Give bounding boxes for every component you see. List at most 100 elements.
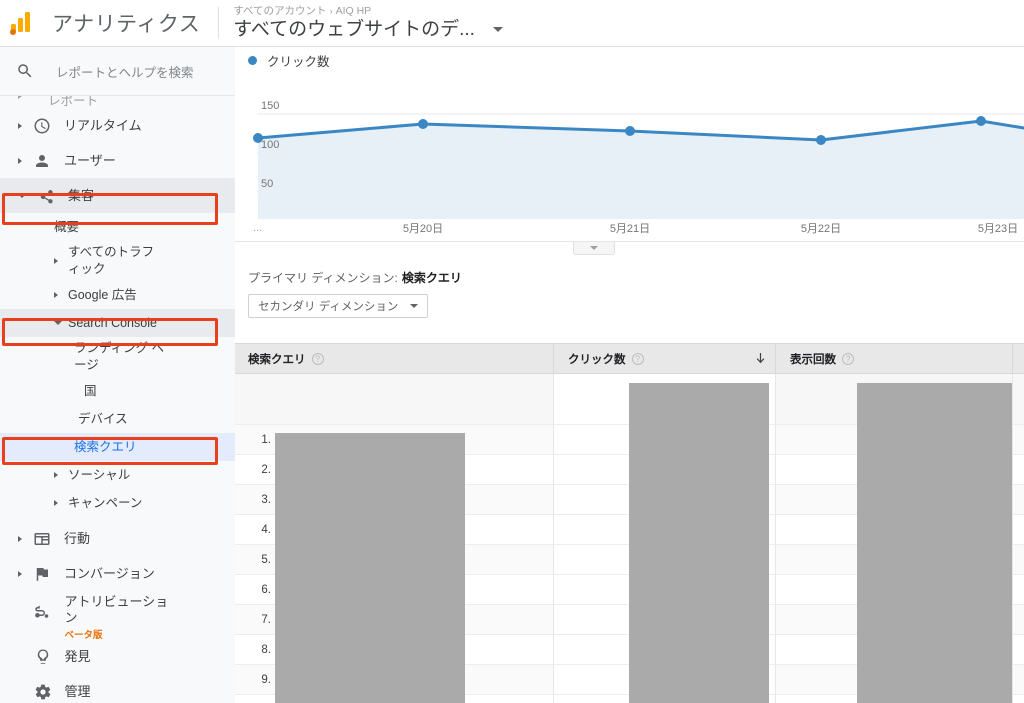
x-axis-tick-1: 5月21日 xyxy=(610,223,650,235)
sidebar-item-label: 概要 xyxy=(54,219,80,234)
top-bar: アナリティクス すべてのアカウント › AIQ HP すべてのウェブサイトのデ... xyxy=(0,0,1024,47)
chart-svg: 150 100 50 xyxy=(253,85,1024,219)
help-icon[interactable]: ? xyxy=(631,353,644,365)
secondary-dimension-button[interactable]: セカンダリ ディメンション xyxy=(248,294,429,318)
sidebar-item-label: 検索クエリ xyxy=(74,439,137,454)
chart-collapse-button[interactable] xyxy=(573,242,615,255)
sidebar-item-label: ユーザー xyxy=(64,152,116,168)
sidebar-item-conversions[interactable]: コンバージョン xyxy=(0,556,235,591)
column-header-impressions[interactable]: 表示回数 ? xyxy=(775,344,1012,374)
cell-next xyxy=(1012,604,1024,634)
sidebar-item-users[interactable]: ユーザー xyxy=(0,143,235,178)
cell-next xyxy=(1012,544,1024,574)
help-icon[interactable]: ? xyxy=(311,353,324,365)
chevron-right-icon xyxy=(18,122,22,129)
sidebar-item-discover[interactable]: 発見 xyxy=(0,639,235,674)
sidebar-item-label: ソーシャル xyxy=(68,467,131,482)
sidebar-item-social[interactable]: ソーシャル xyxy=(0,461,235,489)
sidebar-item-device[interactable]: デバイス xyxy=(0,405,235,433)
sidebar-nav: リアルタイム ユーザー 集客 概要 すべてのトラフィック Google 広告 S… xyxy=(0,108,235,703)
chevron-right-icon xyxy=(18,570,22,577)
x-axis-tick-2: 5月22日 xyxy=(801,223,841,235)
summary-cell-query xyxy=(235,374,553,424)
chevron-right-icon xyxy=(18,157,22,164)
legend-color-swatch xyxy=(248,55,257,65)
chart-x-axis: ... 5月20日 5月21日 5月22日 5月23日 xyxy=(253,222,1018,235)
search-input[interactable]: レポートとヘルプを検索 xyxy=(0,47,235,95)
column-header-next[interactable] xyxy=(1012,344,1024,374)
cell-next xyxy=(1012,694,1024,703)
sidebar-item-acquisition[interactable]: 集客 xyxy=(0,178,235,213)
sidebar-item-overview[interactable]: 概要 xyxy=(0,213,235,241)
column-header-search-query[interactable]: 検索クエリ ? xyxy=(235,344,553,374)
sidebar-item-admin[interactable]: 管理 xyxy=(0,674,235,703)
chevron-right-icon xyxy=(54,291,58,298)
clicks-line-chart[interactable]: 150 100 50 ... 5月20日 5月21日 5月22日 5月23日 xyxy=(235,73,1024,235)
sidebar-item-label: Google 広告 xyxy=(68,287,137,302)
x-axis-tick-3: 5月23日 xyxy=(978,223,1018,235)
column-header-clicks[interactable]: クリック数 ? xyxy=(553,344,775,374)
row-number: 6. xyxy=(261,584,271,596)
chevron-right-icon xyxy=(54,499,58,506)
chevron-down-icon xyxy=(54,321,62,325)
view-name: すべてのウェブサイトのデ... xyxy=(233,18,475,40)
sidebar-item-campaigns[interactable]: キャンペーン xyxy=(0,489,235,517)
sidebar: レポートとヘルプを検索 レポート リアルタイム ユーザー 集客 概要 すべてのト… xyxy=(0,47,235,703)
sidebar-item-landing-page[interactable]: ランディング ページ xyxy=(0,337,235,377)
column-header-label: クリック数 xyxy=(568,354,626,366)
x-axis-leading-ellipsis: ... xyxy=(253,222,262,234)
secondary-dimension-label: セカンダリ ディメンション xyxy=(258,301,399,313)
arrow-down-icon[interactable] xyxy=(756,353,765,365)
page-title: アナリティクス xyxy=(52,13,201,36)
sidebar-item-reports-clipped[interactable]: レポート xyxy=(0,96,235,108)
sidebar-item-label: 発見 xyxy=(64,648,91,664)
sidebar-item-attribution[interactable]: アトリビューション ベータ版 xyxy=(0,591,235,641)
row-number: 7. xyxy=(261,614,271,626)
clock-icon xyxy=(32,116,52,136)
sidebar-item-behavior[interactable]: 行動 xyxy=(0,521,235,556)
sidebar-item-label: 国 xyxy=(84,383,97,398)
search-placeholder: レポートとヘルプを検索 xyxy=(56,65,194,80)
flag-icon xyxy=(32,564,52,584)
share-nodes-icon xyxy=(36,186,56,206)
primary-dimension-value[interactable]: 検索クエリ xyxy=(402,271,462,285)
row-number: 10. xyxy=(247,695,271,703)
cell-next xyxy=(1012,664,1024,694)
sidebar-item-label: ランディング ページ xyxy=(74,341,165,372)
person-icon xyxy=(32,151,52,171)
divider xyxy=(218,7,220,39)
sidebar-item-search-queries[interactable]: 検索クエリ xyxy=(0,433,235,461)
y-axis-tick-150: 150 xyxy=(261,100,279,112)
sidebar-item-label: キャンペーン xyxy=(68,495,143,510)
sidebar-item-realtime[interactable]: リアルタイム xyxy=(0,108,235,143)
main-content: クリック数 150 100 50 ... 5月20日 5月21日 5月22日 5… xyxy=(235,47,1024,703)
cell-next xyxy=(1012,514,1024,544)
sidebar-item-label: 管理 xyxy=(64,683,91,699)
gear-icon xyxy=(33,682,53,702)
row-number: 1. xyxy=(261,434,271,446)
sidebar-item-label: すべてのトラフィック xyxy=(68,245,155,276)
sidebar-item-google-ads[interactable]: Google 広告 xyxy=(0,281,235,309)
search-icon xyxy=(18,64,32,78)
account-selector[interactable]: すべてのアカウント › AIQ HP すべてのウェブサイトのデ... xyxy=(233,5,503,42)
sidebar-item-country[interactable]: 国 xyxy=(0,377,235,405)
primary-dimension-label: プライマリ ディメンション: xyxy=(248,271,398,285)
chevron-right-icon xyxy=(18,96,22,99)
chart-point xyxy=(976,116,986,126)
help-icon[interactable]: ? xyxy=(842,353,854,365)
chevron-right-icon xyxy=(54,471,58,478)
column-header-label: 検索クエリ xyxy=(248,354,306,366)
chart-point xyxy=(625,126,635,136)
sidebar-item-all-traffic[interactable]: すべてのトラフィック xyxy=(0,241,235,281)
chevron-down-icon[interactable] xyxy=(492,27,503,32)
chevron-right-icon xyxy=(54,257,58,264)
sidebar-item-label: リアルタイム xyxy=(64,117,142,133)
breadcrumb-account: すべてのアカウント xyxy=(233,4,327,17)
sidebar-item-label: コンバージョン xyxy=(64,565,155,581)
breadcrumb-property: AIQ HP xyxy=(335,4,372,17)
sidebar-item-search-console[interactable]: Search Console xyxy=(0,309,235,337)
row-number: 4. xyxy=(261,524,271,536)
x-axis-tick-0: 5月20日 xyxy=(403,223,443,235)
search-queries-table: 検索クエリ ? クリック数 ? 表示回数 ? 1. 2. 3. 4. 5. 6.… xyxy=(235,343,1024,703)
chart-point xyxy=(816,135,826,145)
